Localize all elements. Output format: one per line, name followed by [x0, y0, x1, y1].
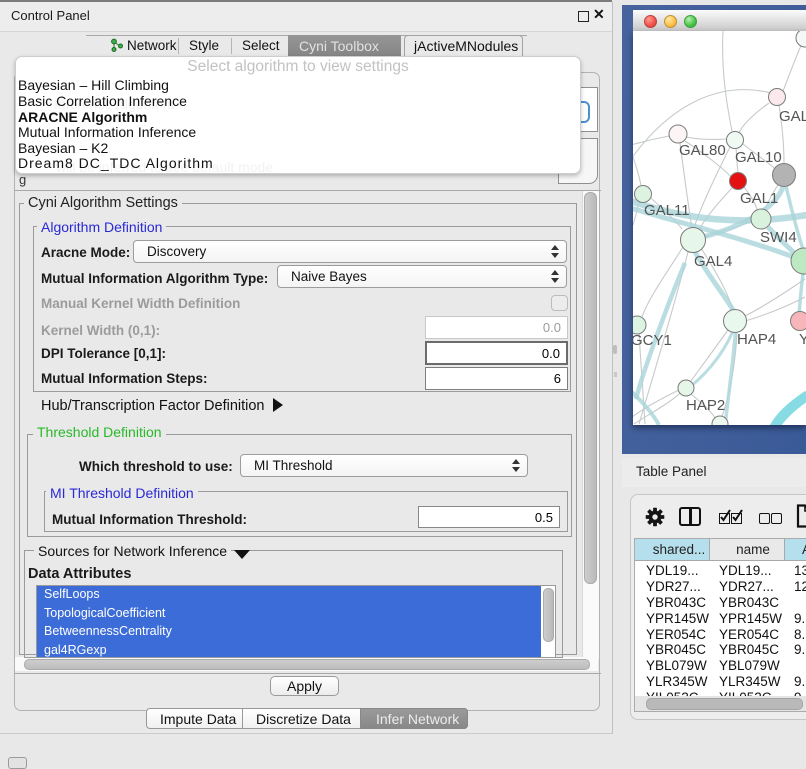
svg-text:HAP4: HAP4 [737, 331, 776, 348]
svg-text:Y: Y [799, 331, 806, 348]
svg-text:GAL1: GAL1 [740, 190, 778, 207]
svg-text:GAL4: GAL4 [694, 253, 732, 270]
svg-text:HAP2: HAP2 [686, 397, 725, 414]
svg-text:GAL80: GAL80 [679, 142, 726, 159]
svg-text:GAL11: GAL11 [644, 202, 690, 219]
svg-text:SWI4: SWI4 [760, 229, 797, 246]
svg-text:GCY1: GCY1 [633, 332, 672, 349]
svg-text:GAL10: GAL10 [735, 149, 782, 166]
svg-text:GAL7: GAL7 [779, 108, 806, 125]
